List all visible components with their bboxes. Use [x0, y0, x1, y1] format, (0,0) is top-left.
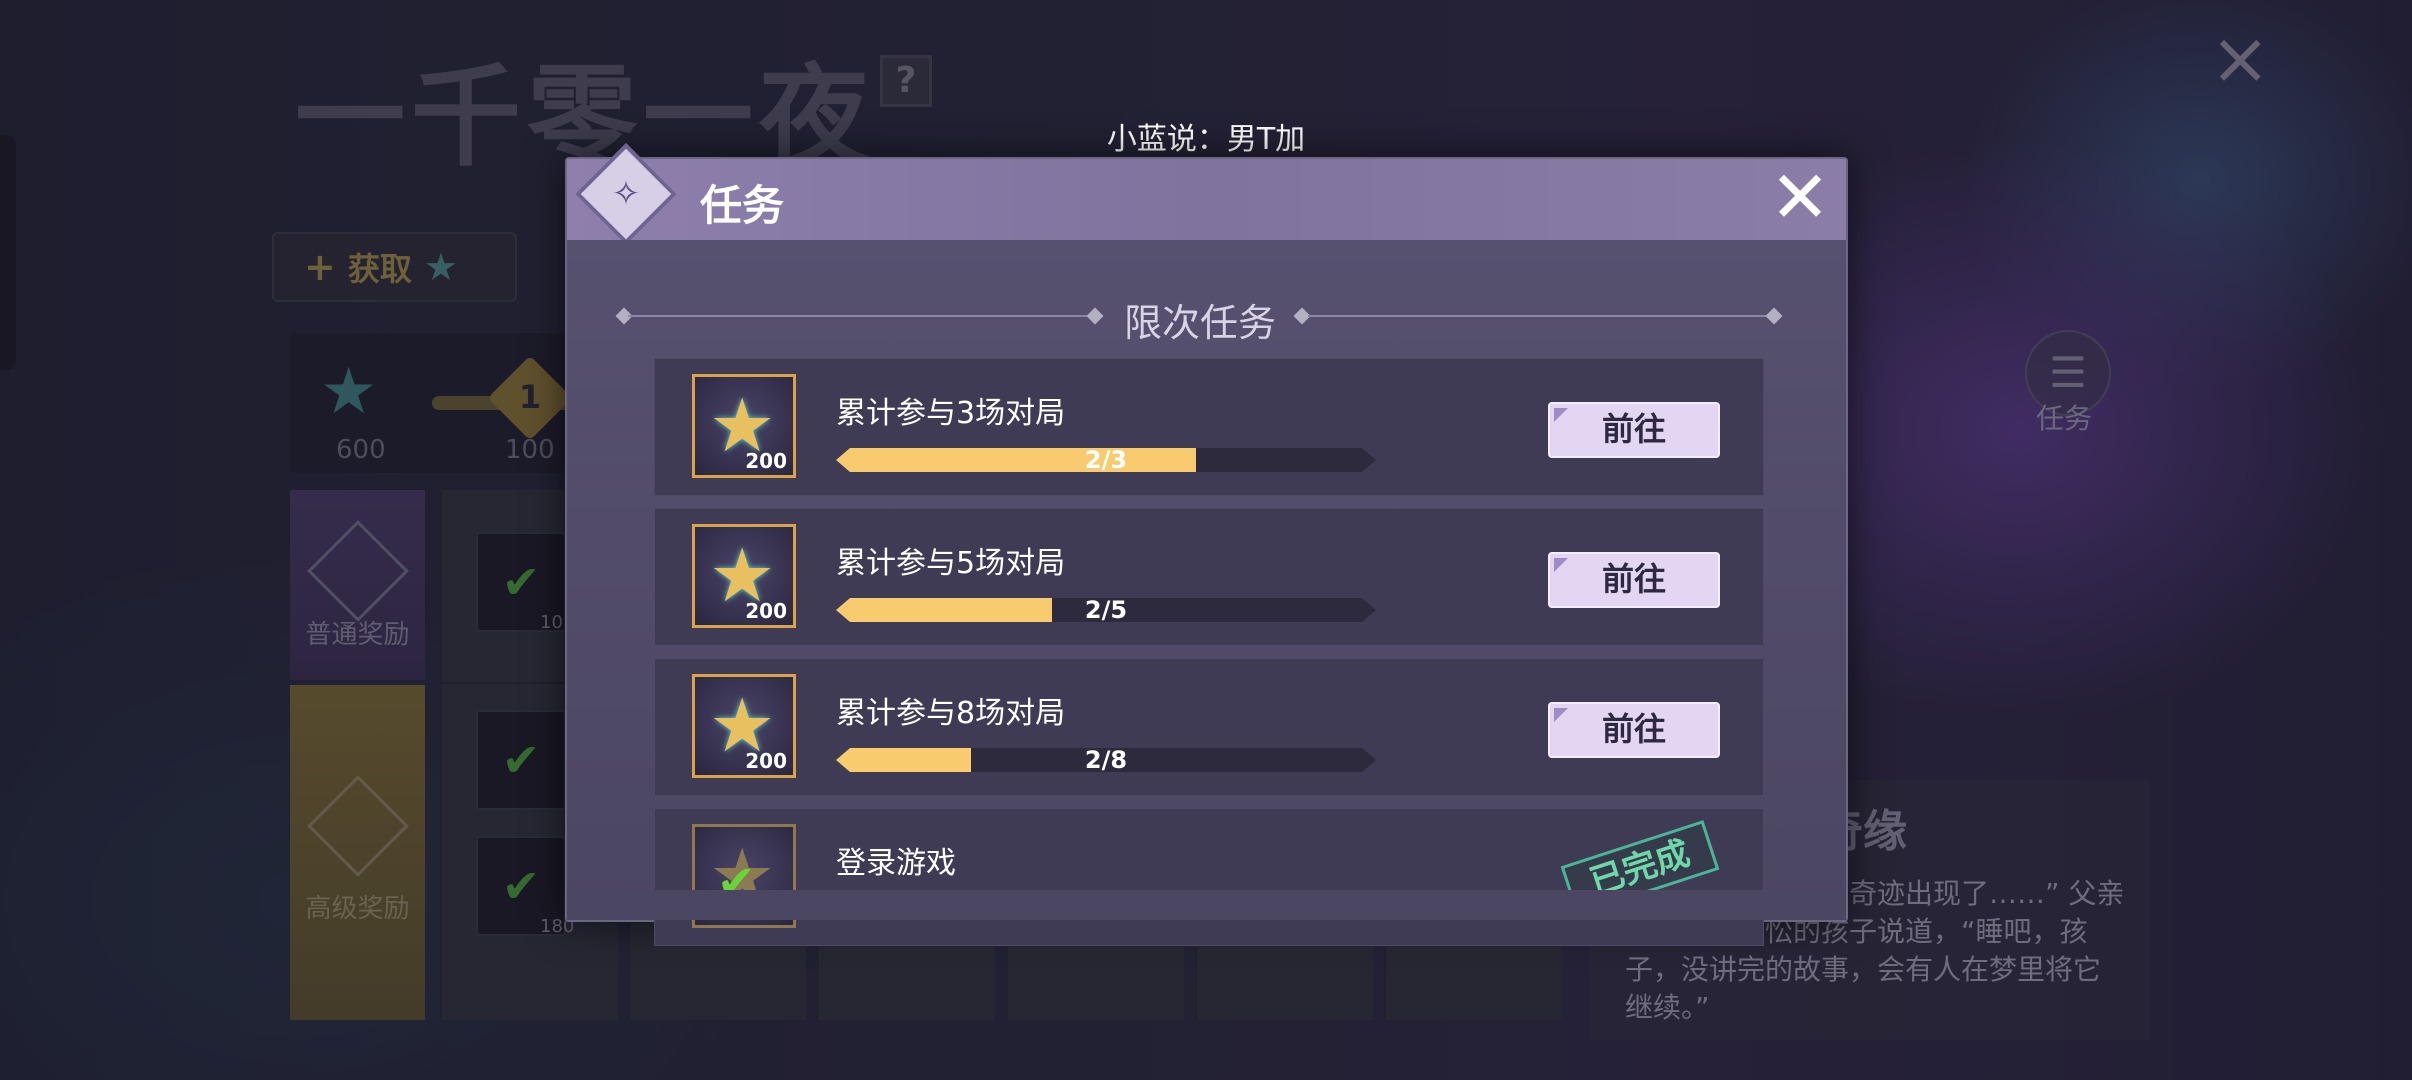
- section-title: 限次任务: [1123, 301, 1276, 345]
- task-progress-bar: 2/3: [836, 448, 1376, 472]
- dialog-title: 任务: [700, 181, 785, 230]
- task-progress-bar: 2/5: [836, 598, 1376, 622]
- reward-amount: 200: [745, 599, 787, 623]
- task-progress-bar: 2/8: [836, 748, 1376, 772]
- task-name: 累计参与8场对局: [836, 696, 1066, 731]
- star-reward-icon: ★ 200: [692, 674, 796, 778]
- progress-text: 2/8: [1084, 746, 1128, 774]
- reward-amount: 200: [745, 749, 787, 773]
- go-button[interactable]: 前往: [1548, 402, 1720, 458]
- progress-text: 2/5: [1084, 596, 1128, 624]
- list-scroll-mask: [567, 890, 1846, 920]
- star-reward-icon: ★ 200: [692, 374, 796, 478]
- close-dialog-icon[interactable]: ✕: [1768, 161, 1832, 233]
- reward-amount: 200: [745, 449, 787, 473]
- task-name: 累计参与3场对局: [836, 396, 1066, 431]
- progress-text: 2/3: [1084, 446, 1128, 474]
- scroll-icon: ✧: [611, 174, 641, 214]
- chat-message: 小蓝说：男T加: [1106, 122, 1306, 157]
- divider-line: [1308, 315, 1770, 317]
- star-reward-icon: ★ 200: [692, 524, 796, 628]
- task-name: 累计参与5场对局: [836, 546, 1066, 581]
- go-button[interactable]: 前往: [1548, 702, 1720, 758]
- go-button[interactable]: 前往: [1548, 552, 1720, 608]
- task-name: 登录游戏: [836, 846, 956, 881]
